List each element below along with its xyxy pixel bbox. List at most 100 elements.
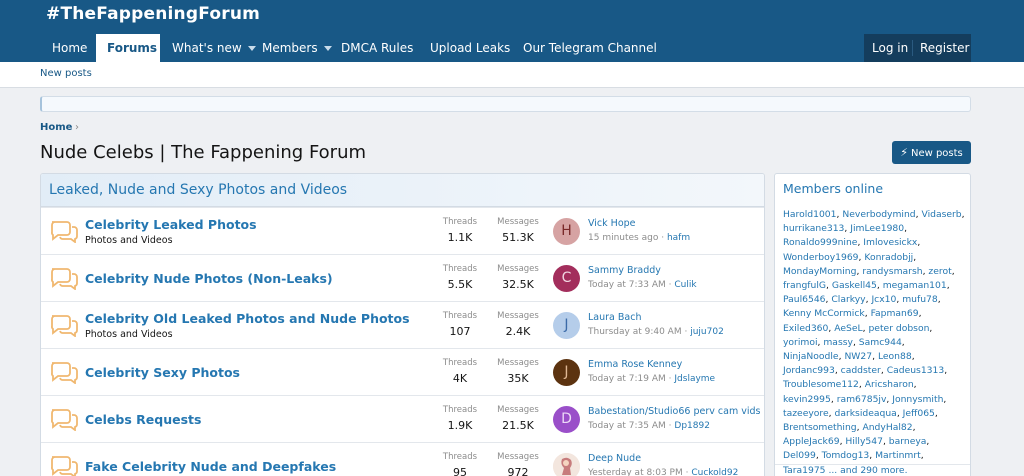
member-link[interactable]: Leon88 — [878, 351, 912, 362]
breadcrumb-home[interactable]: Home — [40, 122, 72, 133]
last-post-title[interactable]: Sammy Braddy — [588, 265, 661, 276]
member-link[interactable]: NW27 — [844, 351, 872, 362]
member-link[interactable]: Kenny McCormick — [783, 308, 865, 319]
forum-node-title[interactable]: Celebrity Leaked Photos — [85, 217, 257, 232]
login-link[interactable]: Log in — [872, 34, 908, 62]
member-link[interactable]: barneya — [889, 436, 927, 447]
tab-upload-leaks[interactable]: Upload Leaks — [419, 34, 521, 62]
messages-count: 51.3K — [502, 231, 534, 244]
member-link[interactable]: tazeeyore — [783, 408, 829, 419]
member-link[interactable]: AppleJack69 — [783, 436, 840, 447]
member-link[interactable]: darksideaqua — [835, 408, 897, 419]
members-online-title[interactable]: Members online — [783, 181, 883, 196]
avatar[interactable]: J — [553, 312, 580, 339]
last-post-meta: Today at 7:19 AM · Jdslayme — [588, 374, 716, 384]
member-link[interactable]: Clarkyy — [831, 294, 865, 305]
forum-node-title[interactable]: Fake Celebrity Nude and Deepfakes — [85, 459, 336, 474]
forum-node-title[interactable]: Celebs Requests — [85, 412, 201, 427]
member-link[interactable]: Samc944 — [859, 337, 902, 348]
last-post-title[interactable]: Deep Nude — [588, 453, 641, 464]
member-link[interactable]: Ronaldo999nine — [783, 237, 857, 248]
tab-forums[interactable]: Forums — [96, 34, 160, 62]
forum-node-title[interactable]: Celebrity Sexy Photos — [85, 365, 240, 380]
avatar[interactable]: H — [553, 218, 580, 245]
member-link[interactable]: mufu78 — [902, 294, 938, 305]
member-link[interactable]: yorimoi — [783, 337, 818, 348]
member-link[interactable]: Fapman69 — [871, 308, 919, 319]
member-link[interactable]: Tomdog13 — [822, 450, 870, 461]
member-link[interactable]: Hilly547 — [845, 436, 883, 447]
member-link[interactable]: Jcx10 — [871, 294, 896, 305]
avatar[interactable]: J — [553, 359, 580, 386]
member-link[interactable]: Tara1975 — [783, 465, 826, 476]
member-link[interactable]: Imlovesickx — [863, 237, 917, 248]
member-link[interactable]: Harold1001 — [783, 209, 837, 220]
member-link[interactable]: Gaskell45 — [832, 280, 877, 291]
member-link[interactable]: hurrikane313 — [783, 223, 844, 234]
member-link[interactable]: Aricsharon — [865, 379, 914, 390]
member-link[interactable]: caddster — [841, 365, 881, 376]
member-link[interactable]: JimLee1980 — [850, 223, 904, 234]
last-post-user[interactable]: Culik — [674, 280, 696, 290]
new-posts-button[interactable]: ⚡ New posts — [892, 141, 971, 164]
site-logo[interactable]: #TheFappeningForum — [46, 4, 260, 24]
members-more-link[interactable]: ... and 290 more. — [828, 465, 907, 476]
forum-node-title[interactable]: Celebrity Old Leaked Photos and Nude Pho… — [85, 311, 410, 326]
avatar[interactable]: C — [553, 265, 580, 292]
member-link[interactable]: ram6785jv — [837, 394, 887, 405]
last-post-time: Today at 7:19 AM — [588, 374, 666, 384]
forum-bubble-icon[interactable] — [49, 407, 79, 432]
member-link[interactable]: Jonnysmith — [892, 394, 943, 405]
forum-bubble-icon[interactable] — [49, 219, 79, 244]
last-post-title[interactable]: Babestation/Studio66 perv cam vids — [588, 406, 760, 417]
last-post-user[interactable]: Cuckold92 — [691, 468, 738, 476]
member-link[interactable]: Konradobjj — [864, 252, 913, 263]
member-link[interactable]: Troublesome112 — [783, 379, 859, 390]
forum-bubble-icon[interactable] — [49, 266, 79, 291]
member-link[interactable]: massy — [823, 337, 853, 348]
member-link[interactable]: Exiled360 — [783, 323, 828, 334]
tab-members[interactable]: Members — [251, 34, 343, 62]
subnav-new-posts[interactable]: New posts — [40, 68, 92, 79]
member-link[interactable]: Paul6546 — [783, 294, 826, 305]
tab-telegram-channel[interactable]: Our Telegram Channel — [512, 34, 668, 62]
member-link[interactable]: MondayMorning — [783, 266, 856, 277]
member-link[interactable]: Cadeus1313 — [887, 365, 945, 376]
member-link[interactable]: randysmarsh — [862, 266, 922, 277]
forum-bubble-icon[interactable] — [49, 360, 79, 385]
last-post-title[interactable]: Laura Bach — [588, 312, 641, 323]
forum-bubble-icon[interactable] — [49, 454, 79, 476]
member-link[interactable]: AndyHal82 — [862, 422, 912, 433]
last-post-title[interactable]: Emma Rose Kenney — [588, 359, 682, 370]
member-link[interactable]: Vidaserb — [921, 209, 961, 220]
tab-home[interactable]: Home — [41, 34, 98, 62]
last-post-title[interactable]: Vick Hope — [588, 218, 636, 229]
member-link[interactable]: Wonderboy1969 — [783, 252, 859, 263]
tab-dmca-rules[interactable]: DMCA Rules — [330, 34, 424, 62]
register-link[interactable]: Register — [920, 34, 969, 62]
member-link[interactable]: zerot — [928, 266, 951, 277]
category-title[interactable]: Leaked, Nude and Sexy Photos and Videos — [49, 182, 347, 198]
member-link[interactable]: Brentsomething — [783, 422, 857, 433]
last-post-user[interactable]: juju702 — [690, 327, 724, 337]
threads-label: Threads — [442, 217, 478, 227]
member-link[interactable]: AeSeL — [834, 323, 862, 334]
member-link[interactable]: Neverbodymind — [842, 209, 915, 220]
member-link[interactable]: Jeff065 — [903, 408, 935, 419]
avatar[interactable]: D — [553, 406, 580, 433]
member-link[interactable]: frangfulG — [783, 280, 826, 291]
forum-node-title[interactable]: Celebrity Nude Photos (Non-Leaks) — [85, 271, 333, 286]
member-link[interactable]: kevin2995 — [783, 394, 831, 405]
last-post-user[interactable]: hafm — [667, 233, 690, 243]
forum-bubble-icon[interactable] — [49, 313, 79, 338]
member-link[interactable]: Jordanc993 — [783, 365, 835, 376]
last-post-user[interactable]: Jdslayme — [674, 374, 715, 384]
member-link[interactable]: Martinmrt — [875, 450, 921, 461]
member-link[interactable]: NinjaNoodle — [783, 351, 839, 362]
member-link[interactable]: peter dobson — [868, 323, 929, 334]
member-link[interactable]: megaman101 — [883, 280, 947, 291]
last-post-user[interactable]: Dp1892 — [674, 421, 710, 431]
last-post-meta: Today at 7:35 AM · Dp1892 — [588, 421, 710, 431]
member-link[interactable]: Del099 — [783, 450, 816, 461]
avatar[interactable] — [553, 453, 580, 476]
